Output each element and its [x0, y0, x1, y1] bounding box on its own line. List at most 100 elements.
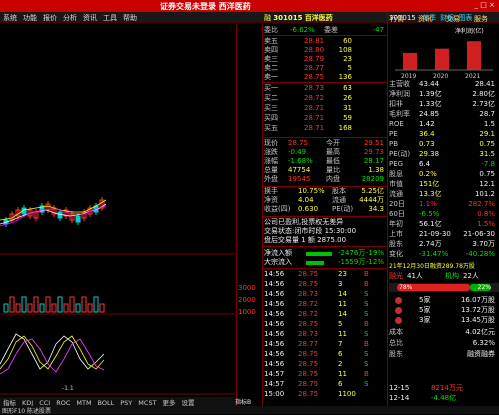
finance-row: 年初 56.1亿 1.5%: [389, 220, 495, 228]
tick-row: 14:57 28.75 11 B: [264, 370, 369, 378]
candle: [75, 215, 81, 223]
holder-row: 3家 13.45万股: [389, 316, 499, 325]
finance-row: 净利润 1.39亿 2.80亿: [389, 90, 495, 98]
finance-row: 变化 -31.47% -40.28%: [389, 250, 495, 258]
sell-level[interactable]: 卖三 28.79 23: [264, 55, 386, 64]
volume-bar: [33, 296, 39, 313]
tick-row: 14:56 28.75 5 B: [264, 320, 369, 328]
holder-row: 5家 16.07万股: [389, 296, 499, 305]
tick-row: 14:57 28.75 6 S: [264, 380, 369, 388]
volume-bar: [9, 296, 15, 313]
buy-level[interactable]: 买一 28.73 63: [264, 84, 386, 93]
buy-level[interactable]: 买四 28.71 59: [264, 114, 386, 123]
quote-row: 外盘 19545 内盘 28209: [264, 175, 384, 183]
volume-bar: [27, 303, 33, 313]
volume-bar: [3, 303, 9, 313]
footer: 图形F10 陈述股票: [0, 406, 499, 415]
menu-item[interactable]: 工具: [100, 12, 120, 24]
divider: [387, 12, 388, 406]
tick-row: 14:56 28.73 14 S: [264, 290, 369, 298]
tick-row: 14:56 28.72 14 S: [264, 310, 369, 318]
bull-bear-bar: 78% 22%: [389, 283, 499, 292]
fund-row: 融光 41人 机构 22人: [389, 272, 479, 280]
year-label: 2021: [465, 73, 480, 80]
flow-bar: [306, 252, 332, 256]
tab-report[interactable]: 财报: [440, 14, 454, 22]
flow-bar: [306, 261, 324, 265]
maximize-button[interactable]: □: [480, 1, 489, 9]
finance-row: 主营收 43.44 28.41: [389, 80, 495, 88]
menu-item[interactable]: 帮助: [120, 12, 140, 24]
volume-bar: [99, 303, 105, 313]
tick-row: 14:56 28.75 23 B: [264, 270, 369, 278]
flow-row: 大宗流入 -1559万 -12%: [264, 258, 384, 266]
flow-history-row: 12-15 8214万元: [389, 384, 463, 392]
label: 委比: [264, 26, 278, 34]
divider: [236, 24, 237, 406]
buy-level[interactable]: 买二 28.72 26: [264, 94, 386, 103]
tick-row: 14:56 28.72 11 S: [264, 300, 369, 308]
menu-item[interactable]: 系统: [0, 12, 20, 24]
finance-row: 股东 2.74万 3.70万: [389, 240, 495, 248]
finance-row: 股息 0.2% 0.75: [389, 170, 495, 178]
holder-row: 5家 13.72万股: [389, 306, 499, 315]
buy-level[interactable]: 买五 28.71 168: [264, 124, 386, 133]
chart-title: 净利润(亿): [455, 27, 484, 35]
tick-row: 14:56 28.73 11 S: [264, 330, 369, 338]
volume-bar: [63, 303, 69, 313]
extra-row: 股东 融资融券: [389, 350, 495, 358]
finance-row: ROE 1.42 1.5: [389, 120, 495, 128]
divider: [263, 216, 387, 217]
volume-bar: [21, 296, 27, 313]
volume-bar: [81, 296, 87, 313]
profit-bar: [435, 48, 449, 70]
volume-bars: [3, 296, 105, 313]
close-button[interactable]: ×: [489, 1, 495, 9]
extra-tab[interactable]: 指标B: [235, 398, 251, 407]
bull-pct: 78%: [399, 284, 413, 291]
tab-quarter[interactable]: 单季: [422, 14, 436, 22]
axis-tick: 2000: [238, 296, 256, 304]
kline-chart[interactable]: -1.1: [0, 24, 235, 404]
menu-item[interactable]: 分析: [60, 12, 80, 24]
finance-row: 扣非 1.33亿 2.73亿: [389, 100, 495, 108]
finance-row: PEG 6.4 -7.8: [389, 160, 495, 168]
stock-name: 百洋医药: [304, 14, 333, 22]
window-controls[interactable]: _ □ ×: [475, 1, 495, 9]
menu-item[interactable]: 报价: [40, 12, 60, 24]
menu-item[interactable]: 功能: [20, 12, 40, 24]
menu-item[interactable]: 资讯: [80, 12, 100, 24]
divider: [263, 137, 387, 138]
tick-row: 14:56 28.75 3 B: [264, 280, 369, 288]
profit-bar: [467, 41, 481, 70]
buy-level[interactable]: 买三 28.71 31: [264, 104, 386, 113]
sell-level[interactable]: 卖五 28.81 60: [264, 37, 386, 46]
tick-row: 14:56 28.75 2 S: [264, 360, 369, 368]
x-tick: -1.1: [62, 385, 74, 392]
sell-level[interactable]: 卖一 28.75 136: [264, 73, 386, 82]
finance-code: 301015: [389, 14, 416, 22]
volume-bar: [51, 303, 57, 313]
quote-row: 总量 47754 量比 1.38: [264, 166, 384, 174]
quote-row: 涨幅 -1.68% 最低 28.17: [264, 157, 384, 165]
volume-note: 21年12月30日融资289.78万股: [389, 263, 475, 270]
sell-level[interactable]: 卖四 28.80 108: [264, 46, 386, 55]
divider: [263, 246, 387, 247]
candle: [57, 211, 63, 219]
flow-row: 净流入额 -2476万 -19%: [264, 249, 384, 257]
notice-line: 公司已盈利,投票权无差异: [264, 218, 344, 226]
tick-row: 14:56 28.77 7 B: [264, 340, 369, 348]
sell-level[interactable]: 卖二 28.77 5: [264, 64, 386, 73]
tick-row: 15:00 28.75 1100: [264, 390, 356, 398]
finance-row: 20日 1.1% 282.7%: [389, 200, 495, 208]
holder-icon: [395, 297, 402, 304]
extra-row: 成本 4.02亿元: [389, 328, 495, 336]
quote-row: 涨跌 -0.49 最高 29.73: [264, 148, 384, 156]
tab-chart[interactable]: 图表: [458, 14, 472, 22]
quote-row: 收益(四) 0.630 PE(动) 34.3: [264, 205, 384, 213]
value: -6.62%: [290, 26, 315, 34]
volume-bar: [75, 303, 81, 313]
finance-row: PB 0.73 0.75: [389, 140, 495, 148]
window-title: 证券交易未登录 西洋医药: [160, 2, 251, 11]
stock-header: 融 301015 百洋医药: [264, 13, 384, 24]
